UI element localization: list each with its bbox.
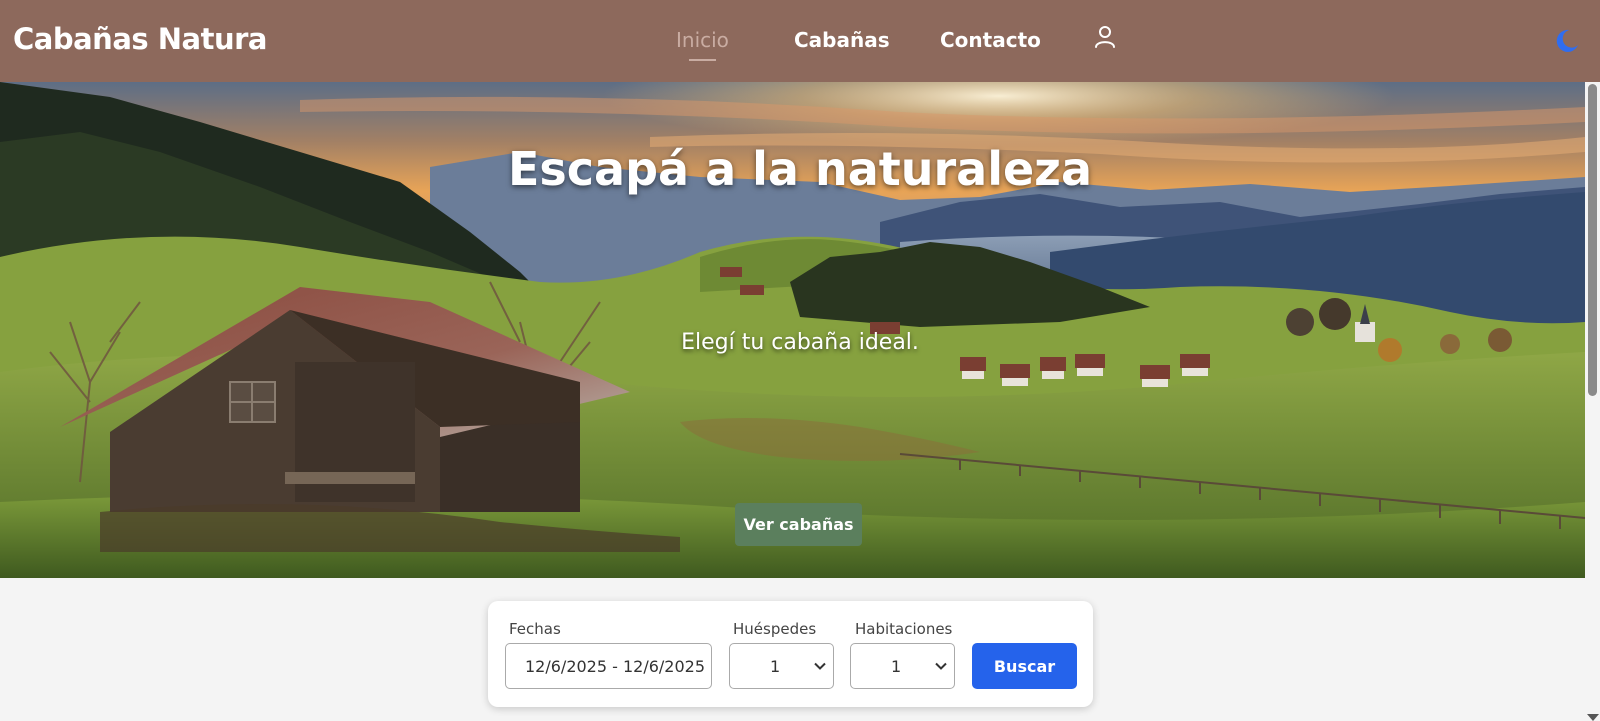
guests-select-value: 1 <box>770 657 781 676</box>
user-icon[interactable] <box>1093 25 1117 51</box>
brand-logo[interactable]: Cabañas Natura <box>13 22 267 56</box>
chevron-down-icon <box>814 662 826 670</box>
rooms-label: Habitaciones <box>855 620 953 638</box>
search-button[interactable]: Buscar <box>972 643 1077 689</box>
see-cabins-button[interactable]: Ver cabañas <box>735 503 862 546</box>
date-range-input[interactable] <box>505 643 712 689</box>
rooms-select-value: 1 <box>891 657 902 676</box>
scrollbar-thumb[interactable] <box>1588 84 1597 396</box>
nav-link-contacto[interactable]: Contacto <box>940 28 1041 52</box>
page-scrollbar[interactable] <box>1585 82 1600 721</box>
dates-label: Fechas <box>509 620 561 638</box>
hero-title: Escapá a la naturaleza <box>507 142 1092 196</box>
guests-select[interactable]: 1 <box>729 643 834 689</box>
search-form: Fechas Huéspedes Habitaciones 1 1 Buscar <box>488 601 1093 707</box>
chevron-down-icon <box>935 662 947 670</box>
guests-label: Huéspedes <box>733 620 817 638</box>
hero-section: Escapá a la naturaleza Elegí tu cabaña i… <box>0 82 1585 578</box>
nav-link-cabanas[interactable]: Cabañas <box>794 28 890 52</box>
navbar: Cabañas Natura Inicio Cabañas Contacto <box>0 0 1600 82</box>
nav-link-inicio[interactable]: Inicio <box>676 28 729 61</box>
rooms-select[interactable]: 1 <box>850 643 955 689</box>
hero-subtitle: Elegí tu cabaña ideal. <box>681 330 919 355</box>
moon-icon[interactable] <box>1554 28 1580 54</box>
scroll-down-arrow-icon[interactable] <box>1587 714 1599 721</box>
